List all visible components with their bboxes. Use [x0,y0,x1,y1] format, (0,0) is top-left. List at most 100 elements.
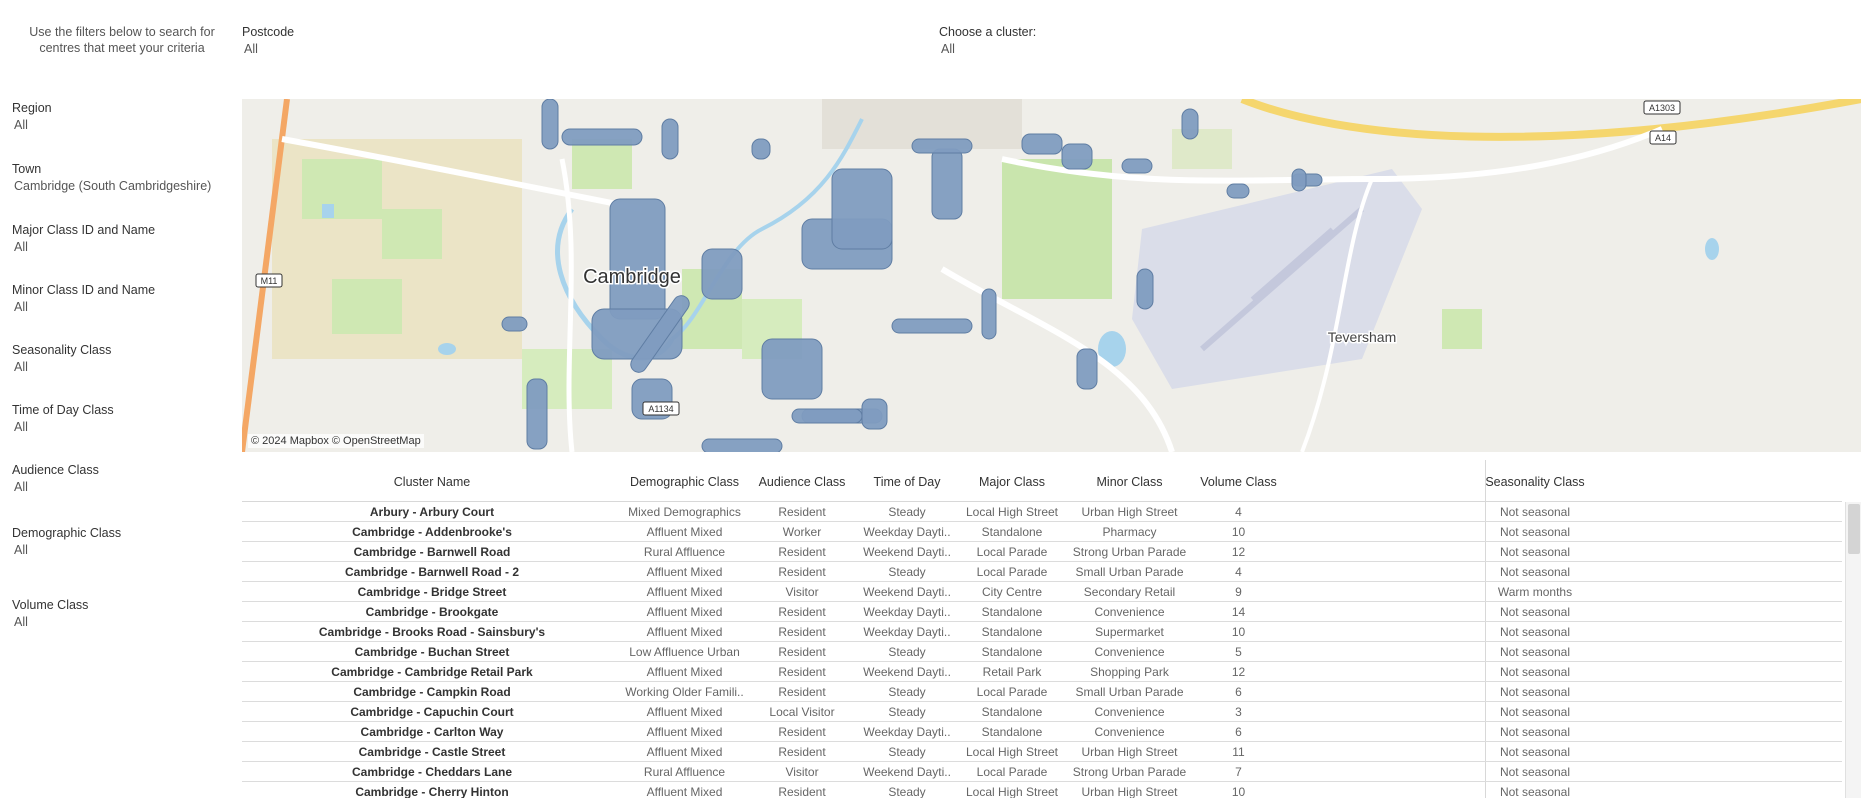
table-row[interactable]: Cambridge - Brooks Road - Sainsbury's Aff… [242,622,1842,642]
table-row[interactable]: Cambridge - Cherry Hinton Affluent Mixed R… [242,782,1842,798]
table-row[interactable]: Cambridge - Cambridge Retail Park Affluen… [242,662,1842,682]
filter-value[interactable]: All [939,42,1036,57]
table-row[interactable]: Cambridge - Castle Street Affluent Mixed R… [242,742,1842,762]
column-header-demographic[interactable]: Demographic Class [622,475,747,489]
column-header-seasonality[interactable]: Seasonality Class [1285,475,1785,489]
cluster-polygon[interactable] [609,198,666,320]
cluster-polygon[interactable] [561,128,643,146]
table-row[interactable]: Cambridge - Campkin Road Working Older Fa… [242,682,1842,702]
cluster-polygon[interactable] [1076,348,1098,390]
cell-seasonality: Not seasonal [1499,765,1571,779]
cell-demographic: Affluent Mixed [646,665,723,679]
column-header-volume[interactable]: Volume Class [1192,475,1285,489]
cell-volume: 9 [1235,585,1242,599]
cell-time-of-day: Steady [888,785,926,798]
cluster-polygon[interactable] [791,408,863,424]
cluster-polygon[interactable] [861,398,888,430]
filter-volume[interactable]: Volume Class All [12,598,88,630]
filter-value[interactable]: Cambridge (South Cambridgeshire) [12,179,211,194]
cell-volume: 14 [1231,605,1246,619]
cluster-polygon[interactable] [1136,268,1154,310]
map-credit[interactable]: © 2024 Mapbox © OpenStreetMap [248,434,424,448]
cluster-polygon[interactable] [1061,143,1093,170]
cell-major-class: Retail Park [982,665,1042,679]
column-header-minor-class[interactable]: Minor Class [1067,475,1192,489]
filter-seasonality[interactable]: Seasonality Class All [12,343,111,375]
cluster-polygon[interactable] [701,438,783,452]
table-row[interactable]: Cambridge - Carlton Way Affluent Mixed Res… [242,722,1842,742]
filter-value[interactable]: All [12,300,155,315]
cell-major-class: Local High Street [965,505,1059,519]
cluster-polygon[interactable] [701,248,743,300]
cluster-map[interactable]: A1303 A14 M11 A1134 Cambridge Teversham … [242,99,1861,452]
cluster-polygon[interactable] [1021,133,1063,155]
cluster-polygon[interactable] [501,316,528,332]
filter-cluster[interactable]: Choose a cluster: All [939,25,1036,57]
filter-value[interactable]: All [12,360,111,375]
filter-town[interactable]: Town Cambridge (South Cambridgeshire) [12,162,211,194]
cell-volume: 10 [1231,525,1246,539]
filter-time-of-day[interactable]: Time of Day Class All [12,403,114,435]
filter-audience[interactable]: Audience Class All [12,463,99,495]
cell-volume: 11 [1232,745,1245,759]
cell-audience: Visitor [785,585,819,599]
filter-postcode[interactable]: Postcode All [242,25,294,57]
cell-major-class: Local Parade [976,765,1048,779]
cell-time-of-day: Weekday Dayti.. [863,605,951,619]
filter-value[interactable]: All [12,480,99,495]
filter-minor-class[interactable]: Minor Class ID and Name All [12,283,155,315]
cluster-polygon[interactable] [911,138,973,154]
cell-demographic: Affluent Mixed [646,525,723,539]
column-header-major-class[interactable]: Major Class [957,475,1067,489]
cluster-polygon[interactable] [661,118,679,160]
filter-value[interactable]: All [12,420,114,435]
table-row[interactable]: Arbury - Arbury Court Mixed Demographics R… [242,502,1842,522]
table-row[interactable]: Cambridge - Addenbrooke's Affluent Mixed W… [242,522,1842,542]
table-scrollbar[interactable] [1845,502,1861,798]
cell-demographic: Affluent Mixed [646,705,723,719]
map-canvas[interactable]: A1303 A14 M11 A1134 Cambridge Teversham [242,99,1861,452]
table-row[interactable]: Cambridge - Bridge Street Affluent Mixed V… [242,582,1842,602]
column-header-time-of-day[interactable]: Time of Day [857,475,957,489]
filter-value[interactable]: All [12,240,155,255]
filter-major-class[interactable]: Major Class ID and Name All [12,223,155,255]
table-row[interactable]: Cambridge - Barnwell Road Rural Affluence… [242,542,1842,562]
column-header-audience[interactable]: Audience Class [747,475,857,489]
cluster-polygon[interactable] [931,148,963,220]
filter-demographic[interactable]: Demographic Class All [12,526,121,558]
cluster-polygon[interactable] [751,138,771,160]
cluster-polygon[interactable] [831,168,893,250]
table-row[interactable]: Cambridge - Buchan Street Low Affluence U… [242,642,1842,662]
place-label-teversham: Teversham [1328,329,1396,345]
cluster-polygon[interactable] [1291,168,1307,192]
intro-text: Use the filters below to search for cent… [29,25,215,55]
table-row[interactable]: Cambridge - Brookgate Affluent Mixed Resid… [242,602,1842,622]
cell-cluster-name: Cambridge - Barnwell Road - 2 [344,565,520,579]
cluster-polygon[interactable] [1121,158,1153,174]
cell-cluster-name: Cambridge - Bridge Street [357,585,507,599]
filter-label: Town [12,162,42,176]
table-row[interactable]: Cambridge - Barnwell Road - 2 Affluent Mi… [242,562,1842,582]
filter-value[interactable]: All [12,615,88,630]
table-row[interactable]: Cambridge - Capuchin Court Affluent Mixed… [242,702,1842,722]
filter-region[interactable]: Region All [12,101,52,133]
filter-value[interactable]: All [242,42,294,57]
cluster-polygon[interactable] [981,288,997,340]
filter-value[interactable]: All [12,543,121,558]
column-header-cluster-name[interactable]: Cluster Name [242,475,622,489]
cell-volume: 12 [1231,545,1246,559]
cluster-polygon[interactable] [526,378,548,450]
table-row[interactable]: Cambridge - Cheddars Lane Rural Affluence… [242,762,1842,782]
filter-label: Volume Class [12,598,89,612]
cell-seasonality: Not seasonal [1499,505,1571,519]
scrollbar-thumb[interactable] [1848,504,1860,554]
cluster-polygon[interactable] [891,318,973,334]
cluster-polygon[interactable] [541,99,559,150]
cluster-polygon[interactable] [1226,183,1250,199]
filter-label: Time of Day Class [12,403,114,417]
cluster-polygon[interactable] [761,338,823,400]
cell-audience: Resident [778,745,826,759]
filter-value[interactable]: All [12,118,52,133]
cluster-polygon[interactable] [1181,108,1199,140]
cell-cluster-name: Cambridge - Brooks Road - Sainsbury's [318,625,546,639]
